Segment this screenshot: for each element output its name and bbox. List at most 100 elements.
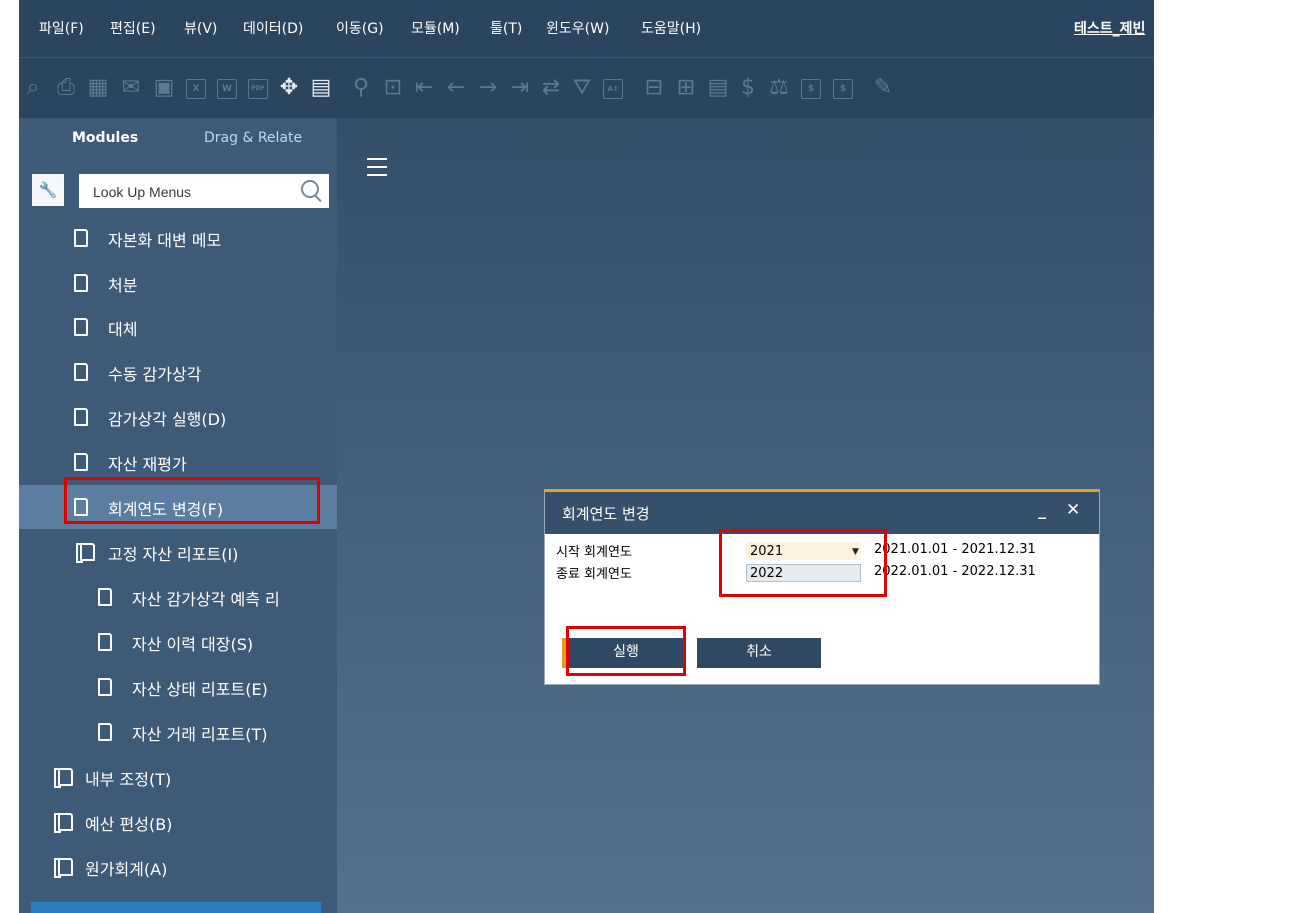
sidebar-item-label: 대체 — [108, 320, 138, 339]
email-icon[interactable]: ✉ — [119, 76, 143, 100]
edit-icon[interactable]: ✎ — [871, 76, 895, 100]
sap-b1-window: 파일(F) 편집(E) 뷰(V) 데이터(D) 이동(G) 모듈(M) 툴(T)… — [19, 0, 1154, 913]
end-fiscal-year-label: 종료 회계연도 — [556, 567, 632, 582]
highlight-box-run-button — [566, 626, 686, 676]
search-icon[interactable] — [301, 180, 319, 198]
sms-icon[interactable]: ▣ — [152, 76, 176, 100]
sidebar-item-label: 자산 감가상각 예측 리 — [132, 590, 280, 609]
sidebar-folder-internal-reconciliation[interactable]: 내부 조정(T) — [19, 755, 337, 799]
menu-edit[interactable]: 편집(E) — [110, 18, 156, 38]
folder-icon — [76, 543, 95, 563]
document-icon — [98, 588, 112, 606]
sidebar-item-label: 처분 — [108, 276, 138, 295]
price-query-icon[interactable]: $ — [833, 79, 853, 99]
folder-icon — [54, 858, 73, 878]
document-icon — [74, 318, 88, 336]
start-fiscal-year-range: 2021.01.01 - 2021.12.31 — [874, 542, 1036, 557]
start-fiscal-year-label: 시작 회계연도 — [556, 545, 632, 560]
journal-icon[interactable]: ▤ — [706, 76, 730, 100]
sidebar-item-capitalization-credit-memo[interactable]: 자본화 대변 메모 — [19, 216, 337, 260]
sidebar-item-label: 감가상각 실행(D) — [108, 410, 227, 429]
lookup-menu-field[interactable] — [79, 174, 329, 210]
form-settings-icon[interactable]: ▤ — [309, 76, 333, 100]
sidebar-folder-budget-setup[interactable]: 예산 편성(B) — [19, 800, 337, 844]
sidebar-item-label: 원가회계(A) — [85, 860, 168, 879]
sidebar-item-manual-depreciation[interactable]: 수동 감가상각 — [19, 350, 337, 394]
word-icon[interactable]: W — [217, 79, 237, 99]
document-icon — [74, 229, 88, 247]
sidebar-folder-cost-accounting[interactable]: 원가회계(A) — [19, 845, 337, 889]
document-icon — [98, 633, 112, 651]
gross-profit-icon[interactable]: $ — [801, 79, 821, 99]
folder-icon — [54, 768, 73, 788]
hamburger-menu-icon[interactable] — [367, 158, 387, 176]
find-icon[interactable]: ⚲ — [349, 76, 373, 100]
document-icon — [74, 363, 88, 381]
sidebar-item-asset-transaction-report[interactable]: 자산 거래 리포트(T) — [19, 710, 337, 754]
highlight-box-fiscal-year-fields — [719, 529, 887, 597]
document-icon — [74, 408, 88, 426]
menu-tools[interactable]: 툴(T) — [490, 18, 522, 38]
sidebar-item-depreciation-run[interactable]: 감가상각 실행(D) — [19, 395, 337, 439]
tab-drag-relate[interactable]: Drag & Relate — [204, 130, 302, 146]
menu-goto[interactable]: 이동(G) — [336, 18, 384, 38]
menu-bar: 파일(F) 편집(E) 뷰(V) 데이터(D) 이동(G) 모듈(M) 툴(T)… — [19, 0, 1154, 58]
document-icon — [74, 274, 88, 292]
folder-icon — [54, 813, 73, 833]
highlight-box-menu-item — [64, 477, 320, 524]
tab-modules[interactable]: Modules — [72, 130, 138, 146]
dialog-title-bar[interactable]: 회계연도 변경 _ ✕ — [545, 492, 1099, 534]
sidebar-item-label: 예산 편성(B) — [85, 815, 173, 834]
company-name[interactable]: 테스트_제빈 — [1074, 18, 1145, 38]
sidebar-item-depreciation-forecast[interactable]: 자산 감가상각 예측 리 — [19, 575, 337, 619]
sidebar-item-label: 내부 조정(T) — [85, 770, 172, 789]
dialog-title: 회계연도 변경 — [562, 505, 650, 523]
wrench-icon[interactable]: 🔧 — [32, 174, 64, 206]
sidebar-item-label: 수동 감가상각 — [108, 365, 202, 384]
calendar-icon[interactable]: ▦ — [86, 76, 110, 100]
close-icon[interactable]: ✕ — [1066, 500, 1080, 520]
menu-data[interactable]: 데이터(D) — [243, 18, 303, 38]
excel-icon[interactable]: X — [186, 79, 206, 99]
sidebar-item-next-module[interactable] — [31, 902, 321, 913]
sort-icon[interactable]: A↕ — [603, 79, 623, 99]
sidebar-item-label: 자산 상태 리포트(E) — [132, 680, 268, 699]
minimize-icon[interactable]: _ — [1038, 500, 1046, 519]
sidebar-item-asset-history[interactable]: 자산 이력 대장(S) — [19, 620, 337, 664]
document-icon — [74, 453, 88, 471]
add-icon[interactable]: ⊡ — [381, 76, 405, 100]
previous-record-icon[interactable]: ← — [444, 76, 468, 100]
next-record-icon[interactable]: → — [476, 76, 500, 100]
base-document-icon[interactable]: ⊟ — [642, 76, 666, 100]
sidebar-item-label: 고정 자산 리포트(I) — [108, 545, 239, 564]
refresh-icon[interactable]: ⇄ — [539, 76, 563, 100]
document-icon — [98, 678, 112, 696]
last-record-icon[interactable]: ⇥ — [508, 76, 532, 100]
move-icon[interactable]: ✥ — [277, 76, 301, 100]
balance-icon[interactable]: ⚖ — [767, 76, 791, 100]
menu-help[interactable]: 도움말(H) — [641, 18, 701, 38]
sidebar-item-label: 자본화 대변 메모 — [108, 231, 222, 250]
lookup-menu-input[interactable] — [79, 174, 305, 210]
payment-icon[interactable]: $ — [736, 76, 760, 100]
document-icon — [98, 723, 112, 741]
print-icon[interactable]: ⎙ — [54, 76, 78, 100]
print-preview-icon[interactable]: ⌕ — [21, 76, 45, 100]
pdf-icon[interactable]: PDF — [248, 79, 268, 99]
menu-modules[interactable]: 모듈(M) — [411, 18, 460, 38]
sidebar-item-retirement[interactable]: 처분 — [19, 261, 337, 305]
sidebar-folder-fixed-asset-reports[interactable]: 고정 자산 리포트(I) — [19, 530, 337, 574]
sidebar-item-label: 자산 이력 대장(S) — [132, 635, 254, 654]
sidebar-item-label: 자산 재평가 — [108, 455, 187, 474]
menu-view[interactable]: 뷰(V) — [184, 18, 217, 38]
cancel-button[interactable]: 취소 — [697, 638, 821, 668]
first-record-icon[interactable]: ⇤ — [412, 76, 436, 100]
sidebar-item-label: 자산 거래 리포트(T) — [132, 725, 268, 744]
target-document-icon[interactable]: ⊞ — [674, 76, 698, 100]
menu-file[interactable]: 파일(F) — [39, 18, 84, 38]
menu-window[interactable]: 윈도우(W) — [546, 18, 609, 38]
sidebar-item-asset-status-report[interactable]: 자산 상태 리포트(E) — [19, 665, 337, 709]
filter-icon[interactable]: ⛛ — [570, 76, 594, 100]
end-fiscal-year-range: 2022.01.01 - 2022.12.31 — [874, 564, 1036, 579]
sidebar-item-transfer[interactable]: 대체 — [19, 305, 337, 349]
